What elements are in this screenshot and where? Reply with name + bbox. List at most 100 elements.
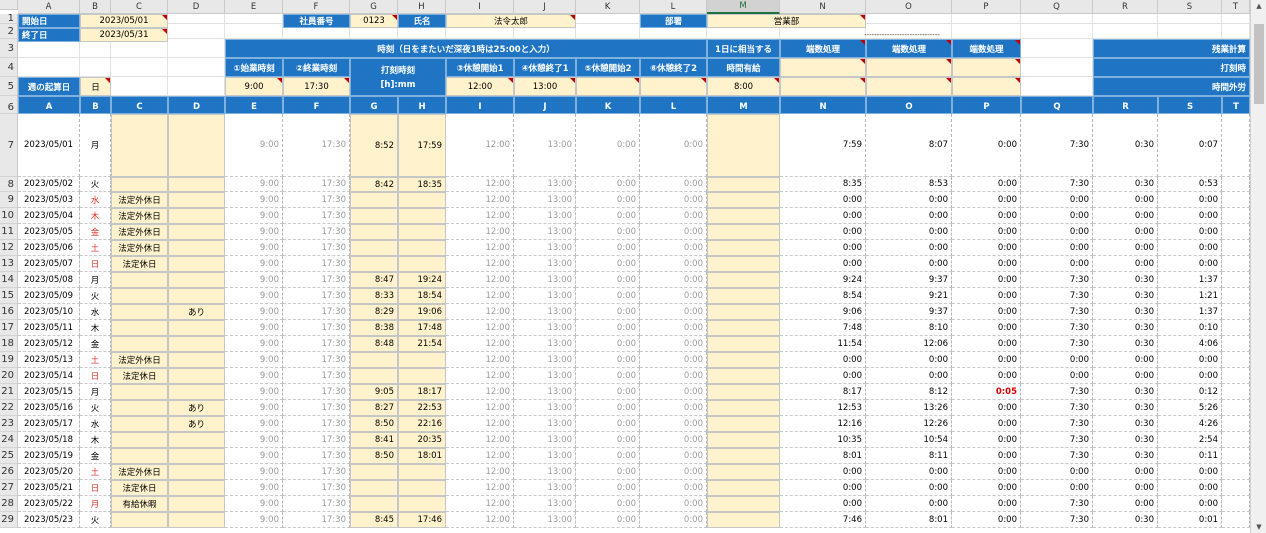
holiday-cell[interactable]	[111, 304, 168, 320]
employee-number-value[interactable]: 0123	[350, 14, 398, 28]
late-early-cell[interactable]: 0:00	[952, 432, 1021, 448]
time-cell-f[interactable]: 17:30	[283, 256, 350, 272]
holiday-cell[interactable]: 法定休日	[111, 368, 168, 384]
overtime-request-cell[interactable]: あり	[168, 400, 225, 416]
time-cell-j[interactable]: 13:00	[514, 320, 576, 336]
column-header-c[interactable]: C	[111, 0, 168, 14]
overtime-request-cell[interactable]	[168, 432, 225, 448]
calc-cell-n[interactable]: 0:00	[780, 368, 866, 384]
punch-cell-h[interactable]: 18:17	[398, 384, 446, 400]
time-cell-k[interactable]: 0:00	[576, 256, 640, 272]
punch-cell-g[interactable]: 8:38	[350, 320, 398, 336]
holiday-cell[interactable]: 法定外休日	[111, 352, 168, 368]
calc-cell-o[interactable]: 0:00	[866, 496, 952, 512]
weekday-cell[interactable]: 水	[80, 416, 111, 432]
row-header[interactable]: 21	[0, 384, 18, 400]
calc-cell-n[interactable]: 7:46	[780, 512, 866, 528]
punch-cell-h[interactable]	[398, 480, 446, 496]
paid-leave-cell[interactable]	[707, 320, 780, 336]
calc-cell-q[interactable]: 7:30	[1021, 432, 1093, 448]
grid-cell[interactable]	[111, 58, 168, 77]
calc-cell-r[interactable]: 0:30	[1093, 288, 1158, 304]
overtime-request-cell[interactable]	[168, 464, 225, 480]
weekday-cell[interactable]: 金	[80, 336, 111, 352]
time-cell-l[interactable]: 0:00	[640, 448, 707, 464]
overtime-request-cell[interactable]	[168, 512, 225, 528]
row-header[interactable]: 8	[0, 177, 18, 192]
date-cell[interactable]: 2023/05/04	[18, 208, 80, 224]
time-cell-i[interactable]: 12:00	[446, 480, 514, 496]
grid-cell[interactable]	[1021, 39, 1093, 58]
calc-cell-s[interactable]: 0:00	[1158, 496, 1222, 512]
punch-cell-h[interactable]: 17:59	[398, 114, 446, 177]
rounding-o-extra[interactable]	[866, 77, 952, 96]
time-cell-l[interactable]: 0:00	[640, 224, 707, 240]
time-cell-i[interactable]: 12:00	[446, 352, 514, 368]
grid-cell[interactable]	[1158, 24, 1222, 39]
spreadsheet-grid[interactable]: A B C D E F G H I J K L M N O P Q R S T 1 2 3 4 5 6 開始日 2023/05/01 終…	[0, 0, 1266, 533]
time-cell-l[interactable]: 0:00	[640, 320, 707, 336]
overtime-request-cell[interactable]: あり	[168, 304, 225, 320]
calc-cell-q[interactable]: 7:30	[1021, 336, 1093, 352]
calc-cell-r[interactable]: 0:30	[1093, 448, 1158, 464]
column-header-i[interactable]: I	[446, 0, 514, 14]
overtime-request-cell[interactable]	[168, 336, 225, 352]
weekday-cell[interactable]: 日	[80, 368, 111, 384]
time-cell-e[interactable]: 9:00	[225, 288, 283, 304]
punch-cell-g[interactable]: 8:33	[350, 288, 398, 304]
row-header[interactable]: 5	[0, 77, 18, 96]
name-value[interactable]: 法令太郎	[446, 14, 576, 28]
date-cell[interactable]: 2023/05/05	[18, 224, 80, 240]
calc-cell-q[interactable]: 0:00	[1021, 208, 1093, 224]
weekly-40h-cell[interactable]	[1222, 192, 1250, 208]
calc-cell-n[interactable]: 0:00	[780, 192, 866, 208]
punch-cell-h[interactable]	[398, 192, 446, 208]
row-header[interactable]: 10	[0, 208, 18, 224]
late-early-cell[interactable]: 0:00	[952, 304, 1021, 320]
calc-cell-o[interactable]: 9:21	[866, 288, 952, 304]
calc-cell-r[interactable]: 0:00	[1093, 240, 1158, 256]
calc-cell-n[interactable]: 11:54	[780, 336, 866, 352]
time-cell-e[interactable]: 9:00	[225, 272, 283, 288]
time-cell-i[interactable]: 12:00	[446, 177, 514, 192]
time-cell-i[interactable]: 12:00	[446, 336, 514, 352]
paid-leave-cell[interactable]	[707, 256, 780, 272]
time-cell-e[interactable]: 9:00	[225, 416, 283, 432]
calc-cell-q[interactable]: 7:30	[1021, 416, 1093, 432]
calc-cell-r[interactable]: 0:00	[1093, 464, 1158, 480]
overtime-request-cell[interactable]	[168, 352, 225, 368]
time-cell-l[interactable]: 0:00	[640, 400, 707, 416]
calc-cell-s[interactable]: 0:00	[1158, 192, 1222, 208]
paid-leave-hours-value[interactable]: 8:00	[707, 77, 780, 96]
calc-cell-s[interactable]: 0:00	[1158, 208, 1222, 224]
grid-cell[interactable]	[1021, 58, 1093, 77]
paid-leave-cell[interactable]	[707, 416, 780, 432]
overtime-request-cell[interactable]	[168, 224, 225, 240]
time-cell-e[interactable]: 9:00	[225, 512, 283, 528]
punch-cell-h[interactable]	[398, 256, 446, 272]
calc-cell-r[interactable]: 0:00	[1093, 256, 1158, 272]
time-cell-l[interactable]: 0:00	[640, 416, 707, 432]
column-header-q[interactable]: Q	[1021, 0, 1093, 14]
time-cell-l[interactable]: 0:00	[640, 432, 707, 448]
time-cell-f[interactable]: 17:30	[283, 177, 350, 192]
calc-cell-o[interactable]: 0:00	[866, 224, 952, 240]
calc-cell-n[interactable]: 10:35	[780, 432, 866, 448]
time-cell-k[interactable]: 0:00	[576, 272, 640, 288]
calc-cell-n[interactable]: 8:01	[780, 448, 866, 464]
time-cell-j[interactable]: 13:00	[514, 352, 576, 368]
time-cell-e[interactable]: 9:00	[225, 304, 283, 320]
punch-cell-h[interactable]: 18:35	[398, 177, 446, 192]
time-cell-f[interactable]: 17:30	[283, 384, 350, 400]
row-header[interactable]: 25	[0, 448, 18, 464]
grid-cell[interactable]	[168, 58, 225, 77]
weekday-cell[interactable]: 火	[80, 512, 111, 528]
time-cell-f[interactable]: 17:30	[283, 480, 350, 496]
row-header[interactable]: 9	[0, 192, 18, 208]
calc-cell-n[interactable]: 8:17	[780, 384, 866, 400]
calc-cell-s[interactable]: 0:00	[1158, 240, 1222, 256]
weekly-40h-cell[interactable]	[1222, 208, 1250, 224]
date-cell[interactable]: 2023/05/19	[18, 448, 80, 464]
time-cell-e[interactable]: 9:00	[225, 256, 283, 272]
punch-cell-h[interactable]: 18:54	[398, 288, 446, 304]
